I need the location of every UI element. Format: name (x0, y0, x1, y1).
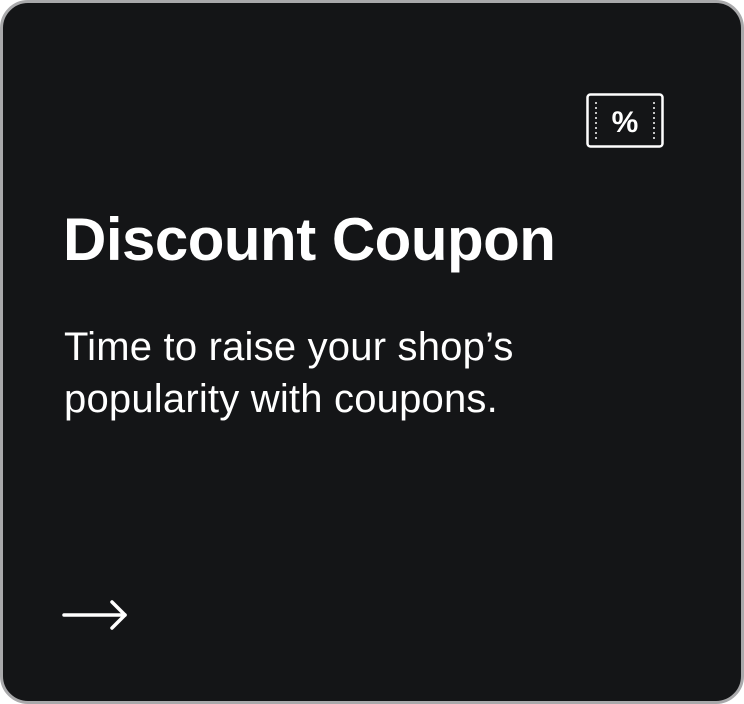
discount-coupon-card[interactable]: % Discount Coupon Time to raise your sho… (0, 0, 744, 704)
card-description: Time to raise your shop’s popularity wit… (64, 325, 514, 421)
arrow-right-icon[interactable] (61, 593, 131, 637)
coupon-percent-icon: % (586, 93, 664, 148)
coupon-percent-symbol: % (612, 106, 639, 139)
card-title: Discount Coupon (63, 206, 556, 273)
